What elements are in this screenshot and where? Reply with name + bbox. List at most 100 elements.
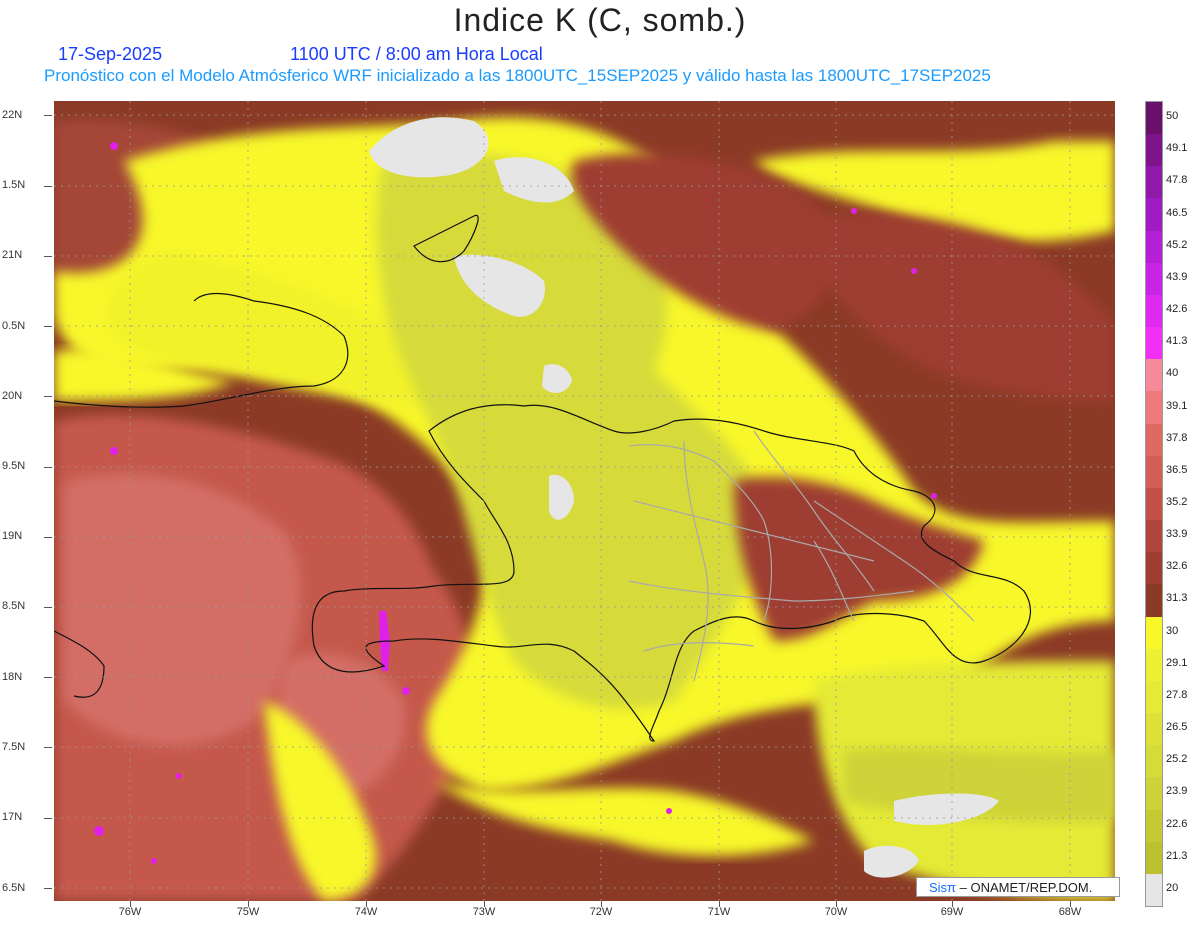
color-legend — [1145, 101, 1163, 907]
x-axis-label: 70W — [824, 906, 848, 918]
legend-swatch — [1146, 391, 1162, 425]
legend-label: 39.1 — [1166, 399, 1188, 412]
y-tick — [44, 256, 52, 257]
y-axis-label: 20N — [2, 390, 23, 402]
y-tick — [44, 677, 52, 678]
y-axis-label: 21N — [2, 249, 23, 261]
y-axis-label: 22N — [2, 109, 23, 121]
legend-swatch — [1146, 648, 1162, 682]
x-axis-label: 75W — [236, 906, 260, 918]
legend-swatch — [1146, 327, 1162, 360]
y-tick — [44, 607, 52, 608]
x-tick — [952, 901, 953, 907]
x-axis-label: 72W — [589, 906, 613, 918]
legend-swatch — [1146, 809, 1162, 843]
x-axis-label: 73W — [472, 906, 496, 918]
credit-text: – ONAMET/REP.DOM. — [959, 880, 1093, 895]
y-tick — [44, 747, 52, 748]
legend-swatch — [1146, 455, 1162, 489]
y-axis-label: 6.5N — [2, 882, 26, 894]
map-title: Indice K (C, somb.) — [453, 2, 747, 38]
legend-label: 50 — [1166, 110, 1179, 123]
legend-swatch — [1146, 230, 1162, 264]
legend-label: 37.8 — [1166, 431, 1188, 444]
legend-swatch — [1146, 552, 1162, 585]
legend-swatch — [1146, 841, 1162, 875]
legend-label: 25.2 — [1166, 753, 1188, 766]
legend-label: 40 — [1166, 367, 1179, 380]
legend-swatch — [1146, 134, 1162, 167]
credit-box: Sisπ – ONAMET/REP.DOM. — [916, 877, 1120, 897]
y-tick — [44, 186, 52, 187]
x-tick — [130, 901, 131, 907]
y-axis-label: 17N — [2, 811, 23, 823]
legend-swatch — [1146, 294, 1162, 328]
legend-label: 45.2 — [1166, 238, 1188, 251]
legend-swatch — [1146, 777, 1162, 811]
legend-swatch — [1146, 520, 1162, 553]
legend-label: 36.5 — [1166, 463, 1188, 476]
legend-label: 23.9 — [1166, 785, 1188, 798]
legend-swatch — [1146, 102, 1162, 135]
credit-logo: Sisπ — [929, 880, 957, 895]
x-axis-label: 68W — [1058, 906, 1082, 918]
x-tick — [601, 901, 602, 907]
y-axis-label: 1.5N — [2, 179, 26, 191]
x-tick — [248, 901, 249, 907]
legend-swatch — [1146, 680, 1162, 714]
legend-label: 27.8 — [1166, 688, 1188, 701]
x-tick — [836, 901, 837, 907]
legend-swatch — [1146, 359, 1162, 392]
y-axis-label: 18N — [2, 671, 23, 683]
y-axis-label: 9.5N — [2, 460, 26, 472]
legend-label: 31.3 — [1166, 592, 1188, 605]
x-axis-label: 69W — [940, 906, 964, 918]
legend-swatch — [1146, 873, 1162, 907]
x-axis-label: 76W — [118, 906, 142, 918]
legend-swatch — [1146, 713, 1162, 746]
y-tick — [44, 537, 52, 538]
legend-swatch — [1146, 487, 1162, 521]
y-tick — [44, 888, 52, 889]
legend-label: 26.5 — [1166, 721, 1188, 734]
legend-swatch — [1146, 423, 1162, 457]
map-field — [54, 101, 1115, 901]
legend-label: 49.1 — [1166, 142, 1188, 155]
x-tick — [719, 901, 720, 907]
legend-swatch — [1146, 616, 1162, 650]
legend-swatch — [1146, 584, 1162, 618]
legend-swatch — [1146, 166, 1162, 199]
legend-label: 30 — [1166, 624, 1179, 637]
legend-swatch — [1146, 745, 1162, 778]
legend-label: 35.2 — [1166, 496, 1188, 508]
y-tick — [44, 115, 52, 116]
y-axis-label: 8.5N — [2, 600, 26, 612]
y-axis-label: 19N — [2, 530, 23, 542]
legend-label: 20 — [1166, 881, 1179, 894]
legend-label: 22.6 — [1166, 817, 1188, 830]
legend-swatch — [1146, 198, 1162, 232]
k-index-map — [54, 101, 1115, 901]
forecast-date: 17-Sep-2025 — [58, 44, 163, 64]
x-tick — [484, 901, 485, 907]
y-axis-label: 7.5N — [2, 741, 26, 753]
legend-label: 47.8 — [1166, 174, 1188, 187]
legend-label: 46.5 — [1166, 206, 1188, 219]
legend-label: 29.1 — [1166, 656, 1188, 669]
legend-label: 33.9 — [1166, 528, 1188, 541]
legend-label: 42.6 — [1166, 303, 1188, 316]
legend-label: 32.6 — [1166, 560, 1188, 573]
y-tick — [44, 396, 52, 397]
x-tick — [366, 901, 367, 907]
y-axis-label: 0.5N — [2, 320, 26, 332]
forecast-time: 1100 UTC / 8:00 am Hora Local — [290, 44, 543, 64]
y-tick — [44, 326, 52, 327]
y-tick — [44, 818, 52, 819]
x-axis-label: 71W — [707, 906, 731, 918]
legend-label: 21.3 — [1166, 849, 1188, 862]
legend-swatch — [1146, 262, 1162, 296]
legend-label: 43.9 — [1166, 270, 1188, 283]
y-tick — [44, 467, 52, 468]
legend-label: 41.3 — [1166, 335, 1188, 348]
model-subtitle: Pronóstico con el Modelo Atmósferico WRF… — [44, 66, 991, 85]
